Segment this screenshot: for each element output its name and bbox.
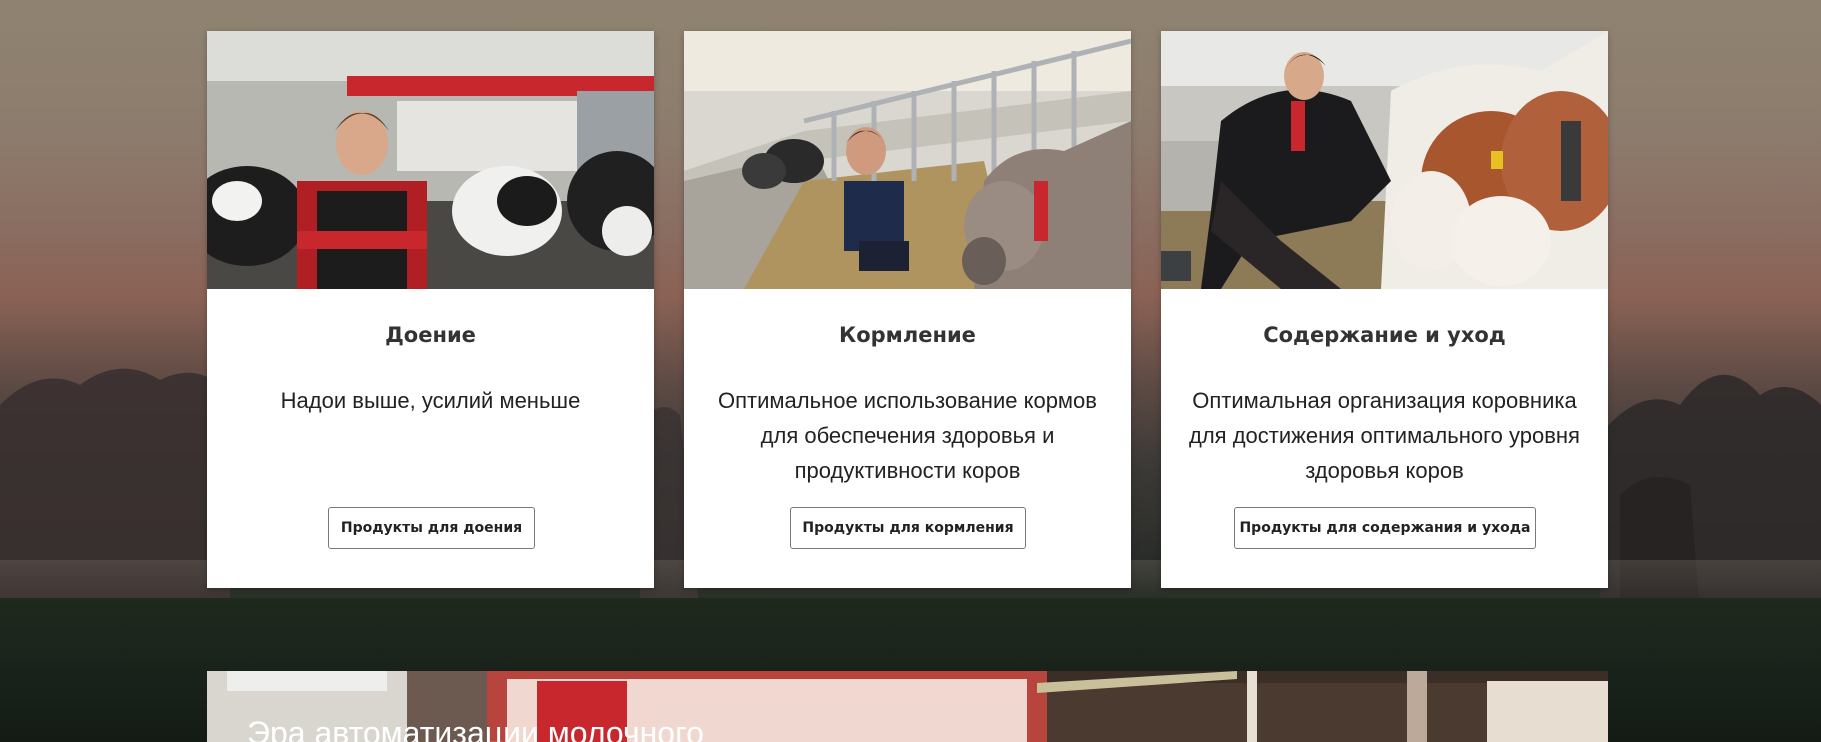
housing-products-button[interactable]: Продукты для содержания и ухода — [1234, 507, 1536, 549]
card-housing-title: Содержание и уход — [1263, 323, 1506, 347]
card-feeding-description: Оптимальное использование кормов для обе… — [718, 388, 1097, 483]
category-cards: Доение Надои выше, усилий меньше Продукт… — [207, 31, 1608, 588]
card-milking-title: Доение — [385, 323, 476, 347]
card-feeding-title: Кормление — [839, 323, 976, 347]
milking-products-button[interactable]: Продукты для доения — [328, 507, 535, 549]
card-housing-description: Оптимальная организация коровника для до… — [1189, 388, 1580, 483]
automation-banner: Эра автоматизации молочного — [207, 671, 1608, 742]
page: Доение Надои выше, усилий меньше Продукт… — [0, 0, 1821, 742]
card-milking-description: Надои выше, усилий меньше — [280, 388, 581, 413]
card-milking-photo — [207, 31, 654, 289]
card-feeding-photo — [684, 31, 1131, 289]
card-milking: Доение Надои выше, усилий меньше Продукт… — [207, 31, 654, 588]
card-feeding: Кормление Оптимальное использование корм… — [684, 31, 1131, 588]
feeding-products-button[interactable]: Продукты для кормления — [790, 507, 1026, 549]
banner-title: Эра автоматизации молочного — [247, 715, 704, 742]
card-housing-photo — [1161, 31, 1608, 289]
card-housing: Содержание и уход Оптимальная организаци… — [1161, 31, 1608, 588]
